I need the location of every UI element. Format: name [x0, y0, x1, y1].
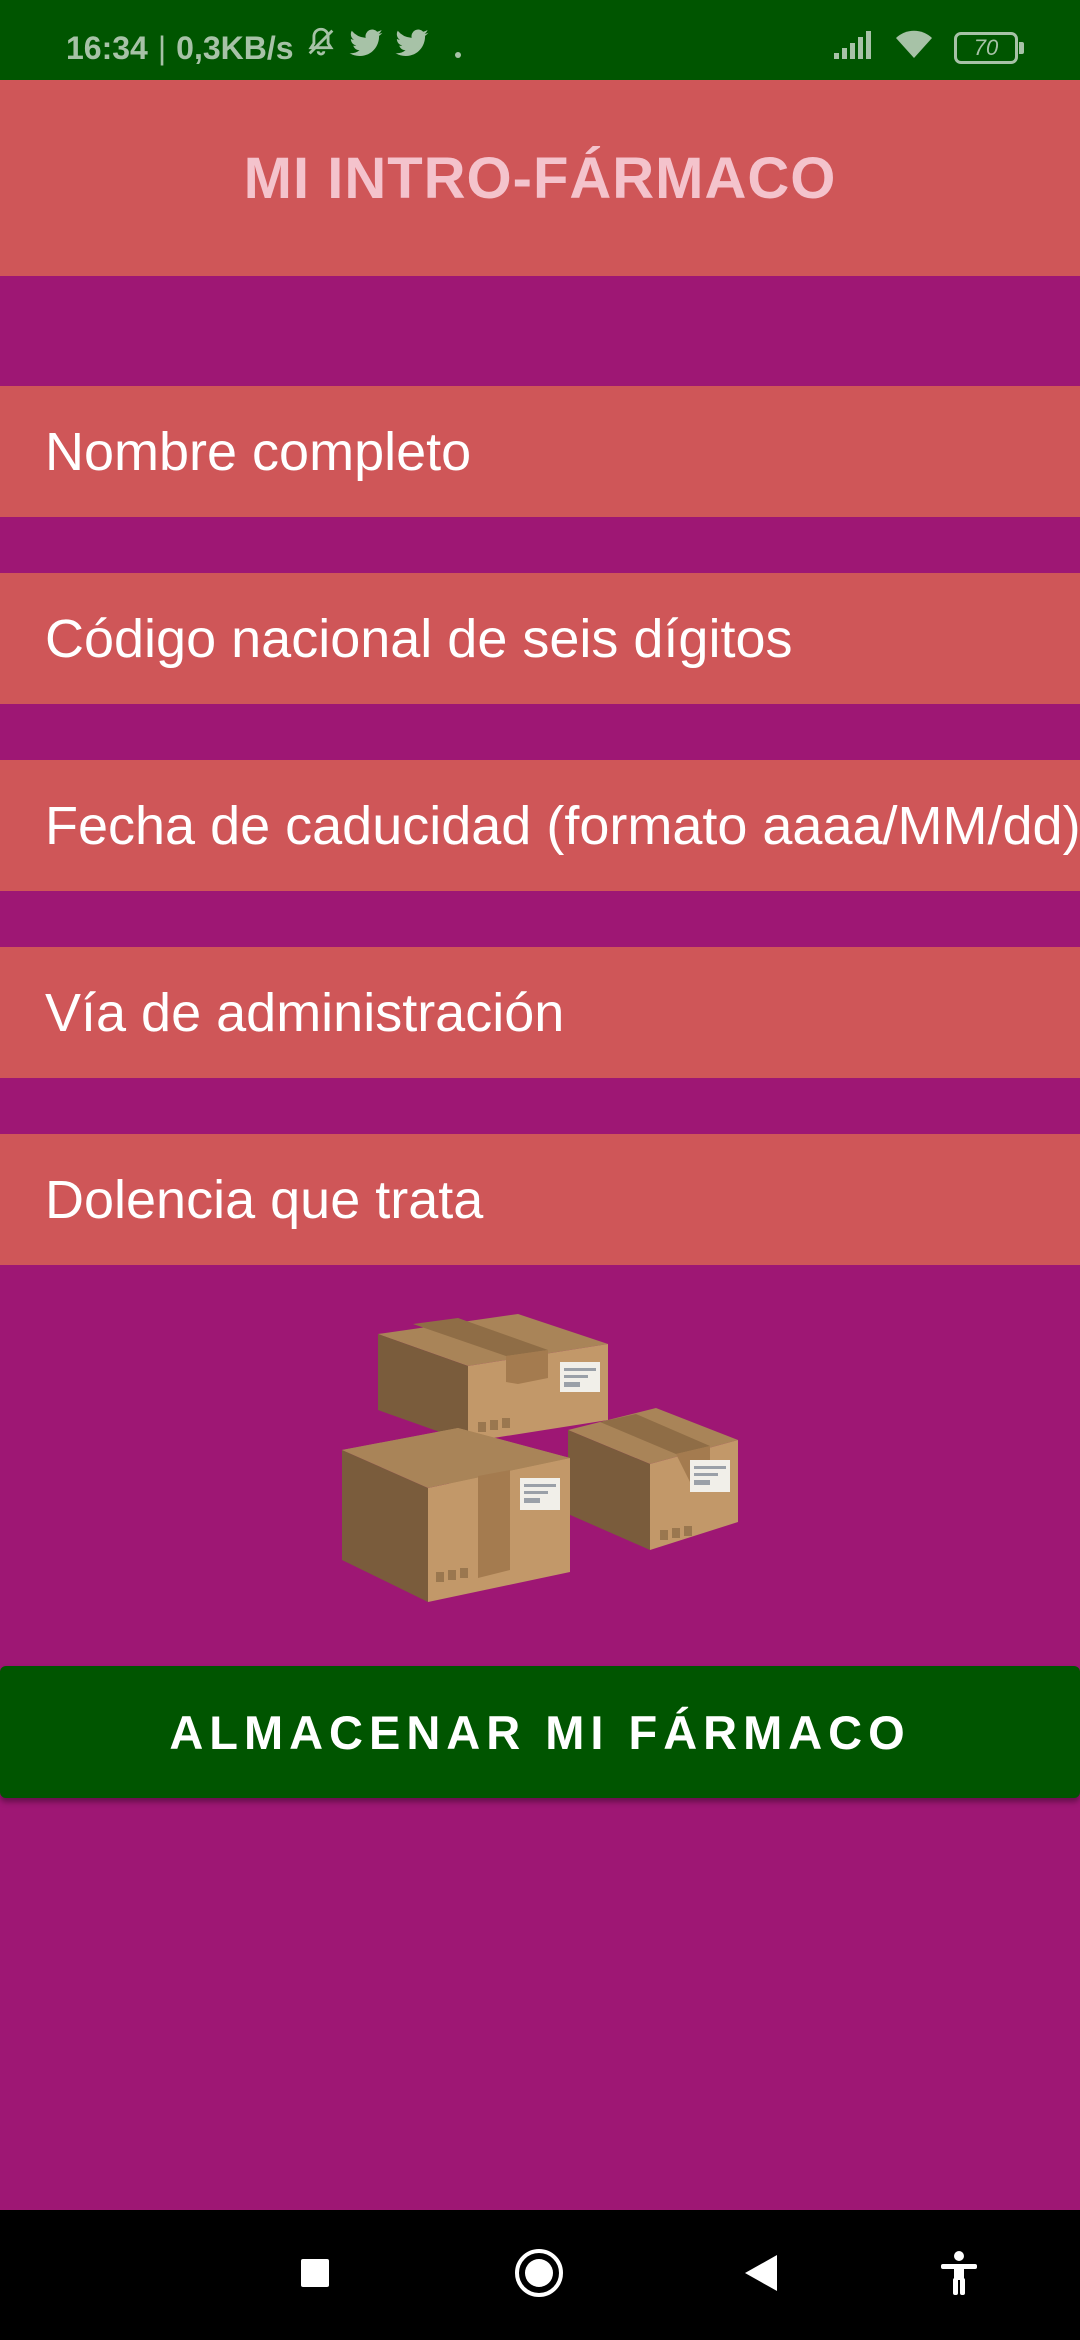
navigation-bar [0, 2210, 1080, 2340]
recents-square-icon [299, 2257, 331, 2294]
expiry-date-field[interactable] [0, 760, 1080, 891]
battery-icon: 70 [954, 32, 1024, 64]
national-code-field[interactable] [0, 573, 1080, 704]
cardboard-boxes-icon [338, 1310, 742, 1606]
signal-icon [834, 30, 874, 67]
administration-route-field[interactable] [0, 947, 1080, 1078]
ailment-field[interactable] [0, 1134, 1080, 1265]
page-title: MI INTRO-FÁRMACO [243, 145, 837, 211]
status-right: 70 [834, 28, 1024, 68]
store-medicine-button[interactable]: ALMACENAR MI FÁRMACO [0, 1666, 1080, 1798]
recents-button[interactable] [270, 2210, 360, 2340]
back-triangle-icon [743, 2253, 779, 2298]
accessibility-button[interactable] [914, 2210, 1004, 2340]
app-bar: MI INTRO-FÁRMACO [0, 80, 1080, 276]
home-button[interactable] [494, 2210, 584, 2340]
back-button[interactable] [716, 2210, 806, 2340]
battery-level: 70 [973, 35, 999, 60]
wifi-icon [892, 28, 936, 68]
home-circle-icon [513, 2247, 565, 2304]
status-bar: 16:34 | 0,3KB/s 70 [0, 0, 1080, 80]
accessibility-icon [939, 2250, 979, 2300]
full-name-field[interactable] [0, 386, 1080, 517]
